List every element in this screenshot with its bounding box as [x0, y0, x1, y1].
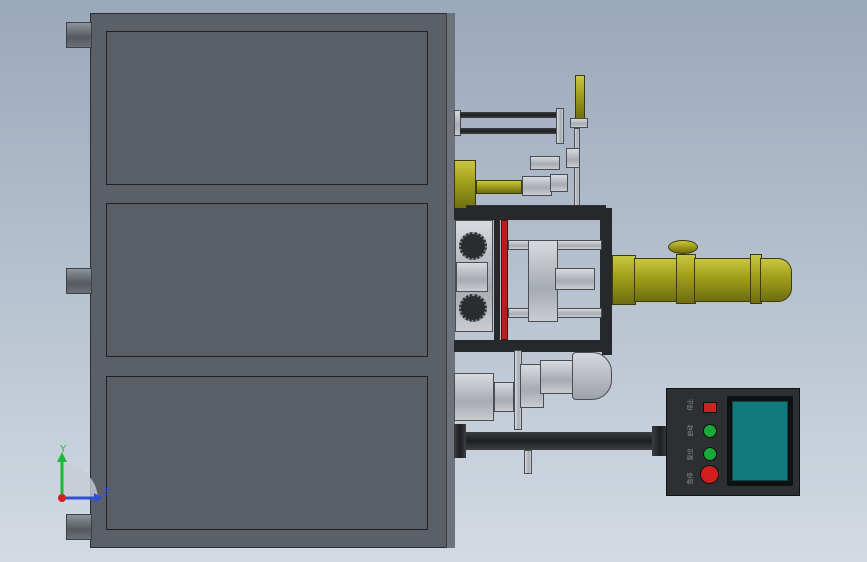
gear-center-block — [456, 262, 488, 292]
gear-lower — [459, 294, 487, 322]
cabinet-panel-top[interactable] — [106, 31, 428, 185]
frame-right-post — [600, 208, 612, 352]
main-cylinder-rear — [760, 258, 792, 302]
label-stop: 停止 — [687, 398, 695, 411]
frame-top-beam — [454, 208, 612, 220]
label-estop: 急停 — [687, 472, 695, 485]
cabinet-side-edge — [446, 13, 455, 548]
gripper-jaw — [550, 174, 568, 192]
lower-slide-block — [454, 373, 494, 421]
main-cylinder-flange — [612, 255, 636, 305]
red-base-plate — [501, 220, 508, 340]
hmi-touchscreen[interactable] — [732, 401, 788, 481]
nozzle-body — [540, 360, 574, 394]
push-plate — [555, 268, 595, 290]
main-cylinder-body-right — [694, 258, 754, 302]
label-reset: 复位 — [687, 448, 695, 461]
slide-carriage — [528, 240, 558, 322]
reset-button[interactable] — [703, 447, 717, 461]
y-axis-label: Y — [60, 444, 67, 455]
gripper-slide-upper — [530, 156, 560, 170]
z-axis-arrow — [94, 493, 103, 503]
emergency-stop-button[interactable] — [700, 465, 719, 484]
vertical-link-rod — [574, 128, 580, 213]
shaft-hanger — [524, 450, 532, 474]
start-button[interactable] — [703, 424, 717, 438]
nozzle-bracket — [602, 345, 612, 355]
cylinder-knob — [668, 240, 698, 254]
triad-plane — [62, 463, 98, 498]
top-guide-rod-upper — [460, 112, 560, 118]
main-cylinder-collar — [676, 254, 696, 304]
top-guide-rod-lower — [460, 128, 560, 134]
frame-inner-post — [494, 216, 500, 346]
gripper-cylinder-body — [476, 180, 522, 194]
frame-bottom-beam — [454, 340, 612, 352]
x-axis-dot — [58, 494, 66, 502]
gripper-head — [522, 176, 552, 196]
cabinet-panel-bottom[interactable] — [106, 376, 428, 530]
gripper-cylinder-base — [454, 160, 476, 210]
top-rod-bracket — [556, 108, 564, 144]
shaft-left-mount — [454, 424, 466, 458]
cylinder-clamp — [570, 118, 588, 128]
cabinet-foot-middle — [66, 268, 92, 294]
main-cylinder-body-left — [634, 258, 680, 302]
label-start: 启动 — [687, 424, 695, 437]
horizontal-shaft — [466, 432, 656, 450]
lower-slide-adapter — [494, 382, 514, 412]
cabinet-foot-bottom — [66, 514, 92, 540]
z-axis-label: Z — [103, 487, 110, 498]
cabinet-foot-top — [66, 22, 92, 48]
cabinet-panel-middle[interactable] — [106, 203, 428, 357]
gear-upper — [459, 232, 487, 260]
gripper-support — [566, 148, 580, 168]
vertical-cylinder-small — [575, 75, 585, 120]
funnel-nozzle — [572, 352, 612, 400]
stop-button[interactable] — [703, 402, 717, 413]
